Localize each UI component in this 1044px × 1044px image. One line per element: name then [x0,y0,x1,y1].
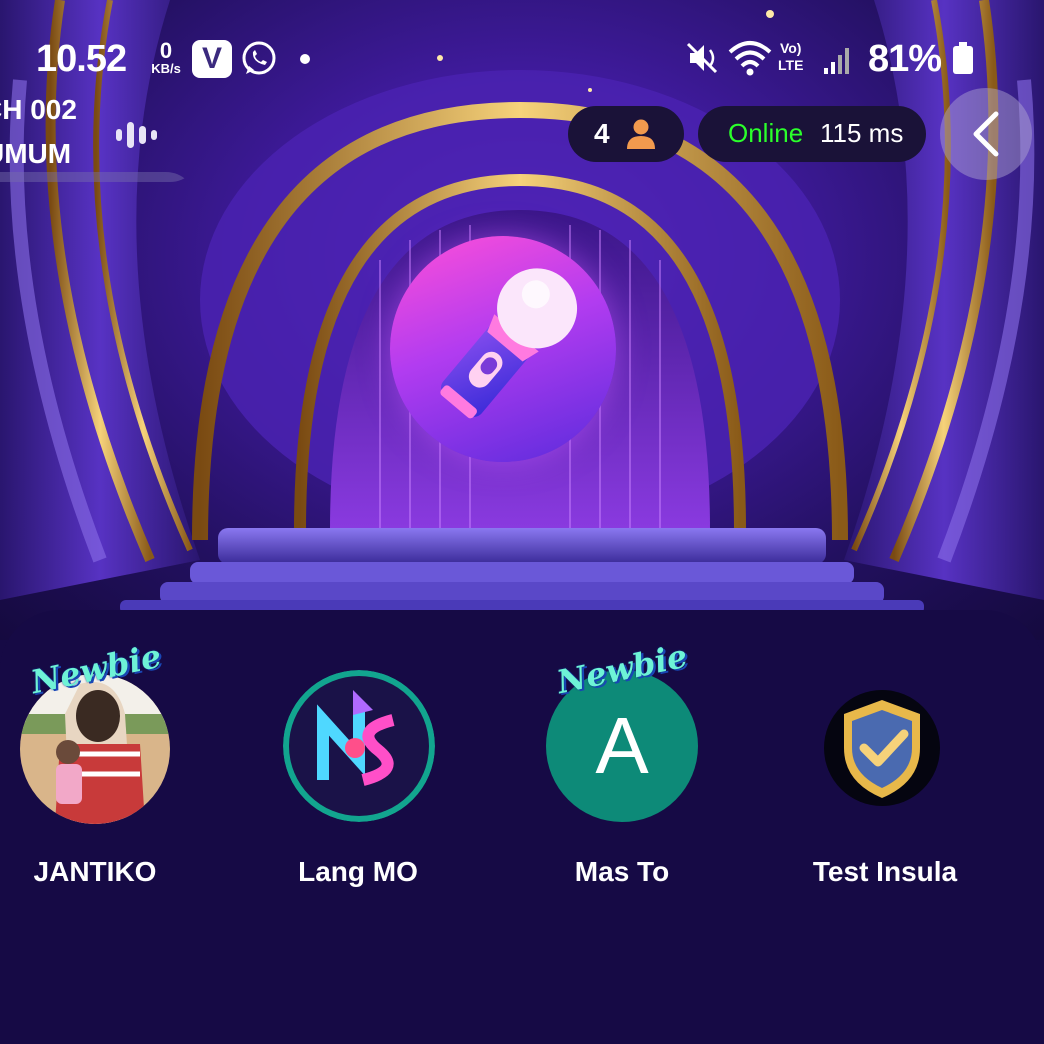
wifi-icon [728,41,772,76]
seat-name-lang-mo: Lang MO [298,856,418,887]
room-category: UMUM [0,138,72,169]
listener-count: 4 [594,118,610,149]
notification-dot [300,54,310,64]
avatar-test-insula[interactable] [824,690,940,806]
seat-name-jantiko: JANTIKO [33,856,157,887]
connection-status-pill: Online 115 ms [698,106,926,162]
signal-icon [824,48,849,74]
online-status: Online [728,118,804,148]
lte-indicator: Vo) LTE [778,40,804,73]
battery-percent: 81% [868,38,942,80]
listener-count-pill[interactable]: 4 [568,106,684,162]
network-speed: 0 KB/s [151,38,181,76]
v-app-icon: V [192,40,232,78]
avatar-lang-mo[interactable] [283,670,435,822]
whatsapp-icon [242,41,276,75]
microphone-icon [440,268,578,419]
shield-check-icon [844,700,920,798]
seat-panel: Newbie JANTIKO Lang MO A Newbie Mas To T… [0,610,1044,1044]
mute-icon [686,42,718,74]
status-time: 10.52 [36,38,127,80]
battery-icon [953,42,973,74]
user-icon [627,119,655,149]
chevron-left-icon [973,111,999,157]
room-name: CH 002 [0,94,77,125]
room-info-pill[interactable]: CH 002 UMUM [0,86,200,182]
ping-value: 115 ms [820,118,904,148]
avatar-logo [283,670,435,822]
back-button[interactable] [940,88,1032,180]
audio-wave-icon [116,122,157,148]
seat-name-mas-to: Mas To [574,856,670,887]
screen: 10.52 0 KB/s V Vo) LTE 81% H 002 MUM 4 O… [0,0,1044,1044]
seat-name-test-insula: Test Insula [812,856,958,887]
